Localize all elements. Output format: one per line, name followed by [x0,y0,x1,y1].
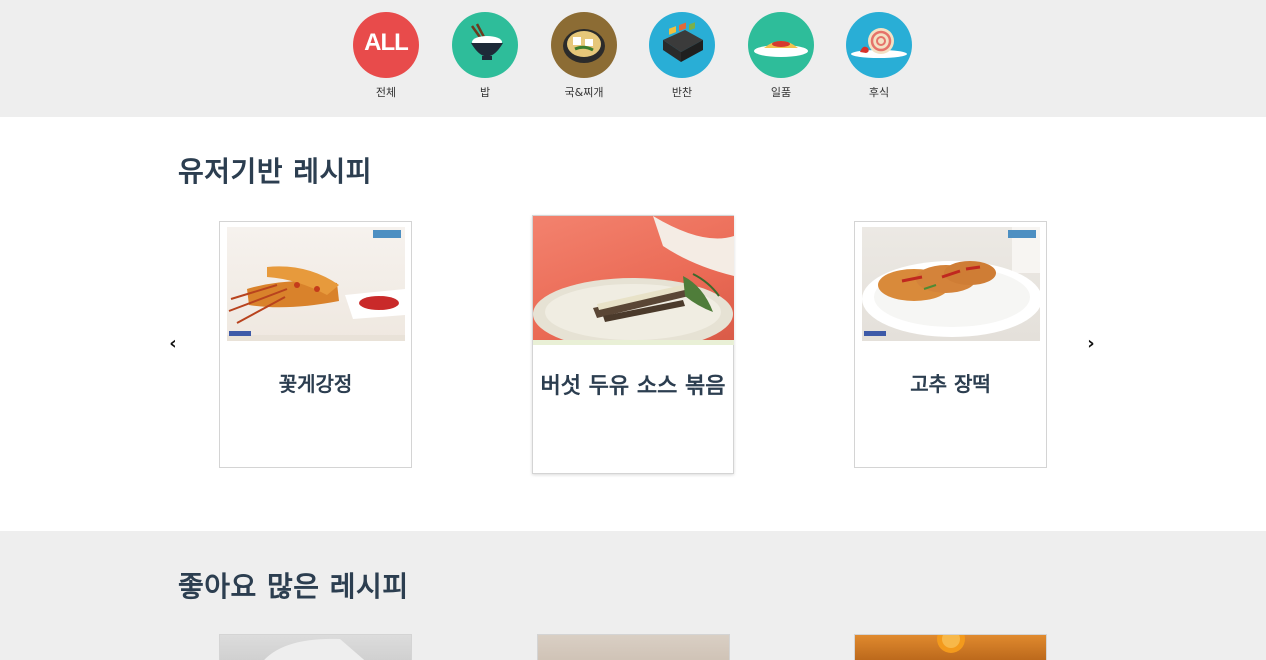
recipe-card[interactable] [219,634,412,660]
recipe-name: 꽃게강정 [278,372,353,396]
chevron-right-icon[interactable]: › [1083,335,1099,353]
recipe-card[interactable]: 꽃게강정 [219,221,412,468]
category-bar: ALL 전체 밥 국&찌개 반찬 일품 후식 [0,0,1266,117]
recipe-name: 버섯 두유 소스 볶음 [540,374,726,399]
category-label: 일품 [770,86,792,99]
recipe-card[interactable]: 고추 장떡 [854,221,1047,468]
category-main[interactable]: 일품 [736,12,826,100]
recipe-image [227,227,405,341]
recipe-card[interactable] [854,634,1047,660]
category-dessert[interactable]: 후식 [834,12,924,100]
category-rice[interactable]: 밥 [440,12,530,100]
category-label: 후식 [868,86,890,99]
stew-icon [551,12,617,78]
rice-bowl-icon [452,12,518,78]
user-recipes-title: 유저기반 레시피 [178,155,373,188]
category-side[interactable]: 반찬 [637,12,727,100]
recipe-card[interactable]: 버섯 두유 소스 볶음 [532,215,734,474]
popular-recipes-title: 좋아요 많은 레시피 [178,570,409,603]
chevron-left-icon[interactable]: ‹ [165,335,181,353]
recipe-image [533,216,734,345]
category-soup[interactable]: 국&찌개 [539,12,629,100]
recipe-card[interactable] [537,634,730,660]
all-icon: ALL [353,12,419,78]
dessert-roll-cake-icon [846,12,912,78]
recipe-image [862,227,1040,341]
side-dish-box-icon [649,12,715,78]
recipe-name: 고추 장떡 [910,372,991,396]
category-label: 전체 [375,86,397,99]
category-all[interactable]: ALL 전체 [341,12,431,100]
category-label: 국&찌개 [564,86,604,99]
category-label: 밥 [479,86,491,99]
category-label: 반찬 [671,86,693,99]
main-dish-plate-icon [748,12,814,78]
